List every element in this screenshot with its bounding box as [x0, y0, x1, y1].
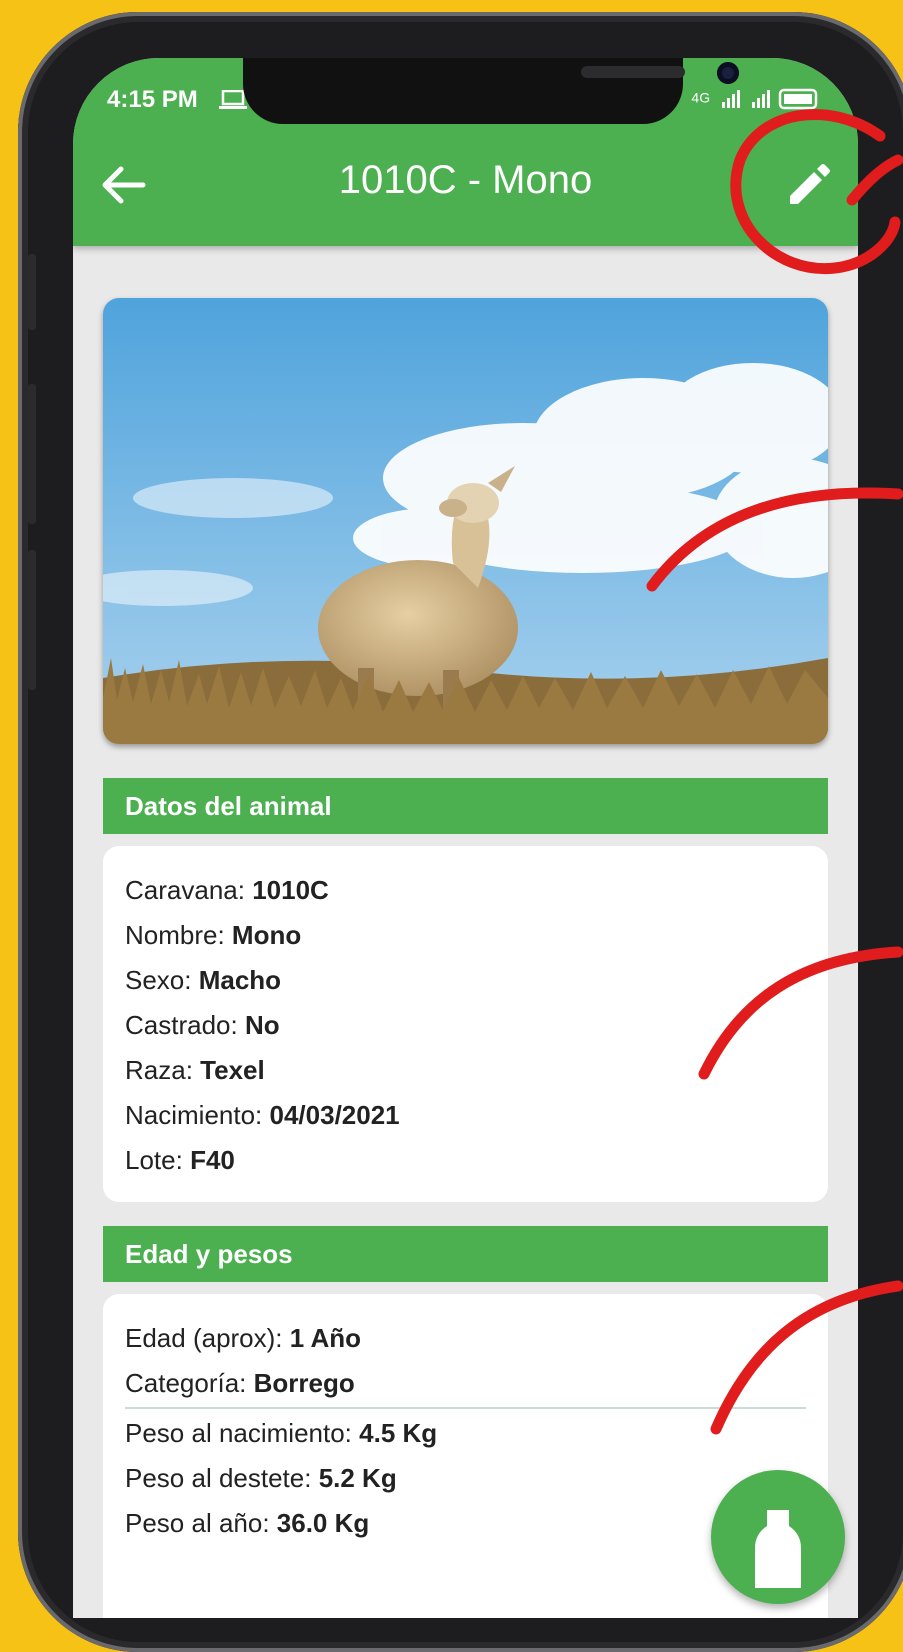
section-header-edad: Edad y pesos	[103, 1226, 828, 1282]
datos-row-nacimiento: Nacimiento: 04/03/2021	[125, 1100, 400, 1130]
datos-row-sexo: Sexo: Macho	[125, 965, 282, 995]
page-title: 1010C - Mono	[338, 158, 593, 202]
edit-button[interactable]	[784, 162, 832, 210]
datos-row-raza: Raza: Texel	[125, 1055, 265, 1085]
section-header-datos: Datos del animal	[103, 778, 828, 834]
sheep-image	[103, 298, 828, 744]
speaker	[581, 66, 685, 78]
pencil-icon	[790, 164, 830, 204]
status-time: 4:15 PM	[107, 86, 198, 113]
bottle-icon	[755, 1510, 801, 1588]
phone-volume-down-button	[28, 550, 36, 690]
add-weight-fab[interactable]	[711, 1470, 845, 1604]
status-indicators: 4G	[691, 86, 824, 112]
edad-row-peso-nacimiento: Peso al nacimiento: 4.5 Kg	[125, 1418, 438, 1448]
datos-row-castrado: Castrado: No	[125, 1010, 280, 1040]
divider	[125, 1407, 806, 1409]
signal-battery-icon	[722, 88, 818, 110]
phone-volume-up-button	[28, 384, 36, 524]
edad-row-peso-anio: Peso al año: 36.0 Kg	[125, 1508, 370, 1538]
network-type: 4G	[691, 89, 711, 106]
datos-row-caravana: Caravana: 1010C	[125, 875, 329, 905]
datos-card: Caravana: 1010C Nombre: Mono Sexo: Macho…	[103, 846, 828, 1202]
animal-photo	[103, 298, 828, 744]
datos-row-lote: Lote: F40	[125, 1145, 235, 1175]
datos-row-nombre: Nombre: Mono	[125, 920, 302, 950]
notch	[243, 58, 739, 124]
app-bar: 4:15 PM 4G 1010C - Mono	[73, 58, 858, 246]
app-screen: 4:15 PM 4G 1010C - Mono Datos del animal…	[73, 58, 858, 1618]
edad-row-edad: Edad (aprox): 1 Año	[125, 1323, 362, 1353]
phone-side-button	[28, 254, 36, 330]
edad-row-categoria: Categoría: Borrego	[125, 1368, 355, 1398]
front-camera	[717, 62, 739, 84]
edad-row-peso-destete: Peso al destete: 5.2 Kg	[125, 1463, 397, 1493]
laptop-icon	[219, 90, 247, 109]
